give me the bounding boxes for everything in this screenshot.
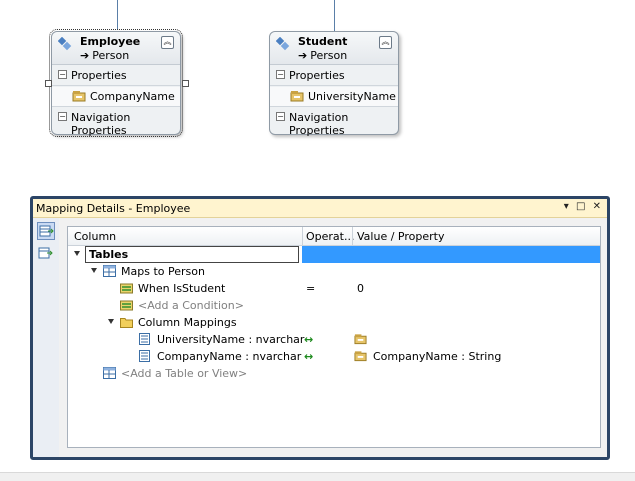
table-icon: [103, 265, 116, 277]
collapse-section-icon[interactable]: −: [276, 70, 285, 79]
mapping-column: UniversityName : nvarchar: [157, 333, 305, 346]
close-icon[interactable]: ✕: [593, 201, 603, 212]
maximize-icon[interactable]: □: [576, 201, 587, 212]
property-label: UniversityName: [308, 90, 396, 103]
maps-to-row[interactable]: Maps to Person: [68, 263, 600, 280]
entity-header: Student ➔ Person ︽: [270, 32, 398, 65]
map-entity-to-tables-button[interactable]: [37, 222, 55, 240]
tables-cell-editor[interactable]: Tables: [85, 246, 299, 263]
folder-icon: [120, 318, 133, 328]
column-header-operator[interactable]: Operat...: [306, 230, 354, 243]
column-header-column[interactable]: Column: [74, 230, 116, 243]
resize-handle-left[interactable]: [45, 80, 52, 87]
tables-label: Tables: [89, 248, 129, 261]
add-condition-row[interactable]: <Add a Condition>: [68, 297, 600, 314]
table-icon: [103, 367, 116, 379]
tables-row[interactable]: Tables: [68, 246, 600, 263]
add-condition-label[interactable]: <Add a Condition>: [138, 299, 244, 312]
collapse-icon[interactable]: ︽: [379, 36, 392, 49]
inherits-arrow-icon: ➔: [80, 49, 90, 62]
collapse-section-icon[interactable]: −: [58, 112, 67, 121]
window-title: Mapping Details - Employee: [36, 202, 191, 215]
resize-handle-right[interactable]: [182, 80, 189, 87]
condition-column: When IsStudent: [138, 282, 226, 295]
column-icon: [139, 333, 150, 345]
collapse-icon[interactable]: ︽: [161, 36, 174, 49]
section-label: Properties: [289, 69, 345, 82]
section-label: Properties: [71, 69, 127, 82]
entity-name: Student: [298, 35, 348, 48]
section-label: Navigation Properties: [289, 111, 349, 137]
property-icon: [354, 351, 367, 362]
condition-row[interactable]: When IsStudent = 0: [68, 280, 600, 297]
column-separator[interactable]: [352, 227, 353, 245]
inherits-arrow-icon: ➔: [298, 49, 308, 62]
property-icon: [72, 91, 86, 102]
selected-row-highlight: [302, 246, 600, 263]
column-mappings-row[interactable]: Column Mappings: [68, 314, 600, 331]
bidirectional-arrow-icon: ↔: [304, 333, 314, 346]
entity-header: Employee ➔ Person ︽: [52, 32, 180, 65]
function-mapping-icon: [38, 247, 53, 259]
column-header-value[interactable]: Value / Property: [357, 230, 444, 243]
entity-student[interactable]: Student ➔ Person ︽ − Properties Universit…: [269, 31, 399, 137]
add-table-label[interactable]: <Add a Table or View>: [121, 367, 247, 380]
column-mappings-label: Column Mappings: [138, 316, 237, 329]
condition-operator[interactable]: =: [306, 282, 315, 295]
inheritance-connector-employee: [117, 0, 118, 30]
navigation-section-header[interactable]: − Navigation Properties: [52, 108, 180, 137]
collapse-section-icon[interactable]: −: [276, 112, 285, 121]
properties-section-header[interactable]: − Properties: [270, 66, 398, 86]
entity-type-icon: [58, 37, 72, 51]
expand-arrow-icon[interactable]: [74, 251, 80, 256]
base-type-label: Person: [92, 49, 130, 62]
mapping-column: CompanyName : nvarchar: [157, 350, 302, 363]
condition-icon: [120, 283, 133, 294]
column-separator[interactable]: [302, 227, 303, 245]
column-icon: [139, 350, 150, 362]
base-type-label: Person: [310, 49, 348, 62]
entity-employee[interactable]: Employee ➔ Person ︽ − Properties CompanyN…: [49, 29, 183, 137]
mapping-details-window: Mapping Details - Employee ▾ □ ✕ Column …: [30, 196, 610, 460]
grid-header: Column Operat... Value / Property: [68, 227, 600, 246]
condition-icon: [120, 300, 133, 311]
window-title-bar: Mapping Details - Employee ▾ □ ✕: [33, 199, 607, 218]
section-label: Navigation Properties: [71, 111, 131, 137]
expand-arrow-icon[interactable]: [91, 268, 97, 273]
maps-to-label: Maps to Person: [121, 265, 205, 278]
property-item[interactable]: UniversityName: [270, 87, 398, 107]
add-table-row[interactable]: <Add a Table or View>: [68, 365, 600, 382]
mapping-toolbar: [33, 218, 59, 457]
entity-name: Employee: [80, 35, 141, 48]
inheritance-connector-student: [334, 0, 335, 31]
property-item[interactable]: CompanyName: [52, 87, 180, 107]
entity-type-icon: [276, 37, 290, 51]
column-mapping-row[interactable]: CompanyName : nvarchar ↔ CompanyName : S…: [68, 348, 600, 365]
bidirectional-arrow-icon: ↔: [304, 350, 314, 363]
entity-base-type: ➔ Person: [298, 49, 347, 62]
condition-value[interactable]: 0: [357, 282, 364, 295]
table-mapping-icon: [39, 225, 54, 237]
expand-arrow-icon[interactable]: [108, 319, 114, 324]
collapse-section-icon[interactable]: −: [58, 70, 67, 79]
properties-section-header[interactable]: − Properties: [52, 66, 180, 86]
mapping-value[interactable]: CompanyName : String: [373, 350, 501, 363]
property-icon: [354, 334, 367, 345]
map-entity-to-functions-button[interactable]: [37, 245, 55, 263]
property-label: CompanyName: [90, 90, 175, 103]
dropdown-icon[interactable]: ▾: [564, 201, 571, 212]
entity-base-type: ➔ Person: [80, 49, 129, 62]
navigation-section-header[interactable]: − Navigation Properties: [270, 108, 398, 137]
column-mapping-row[interactable]: UniversityName : nvarchar ↔: [68, 331, 600, 348]
window-buttons: ▾ □ ✕: [564, 201, 603, 212]
property-icon: [290, 91, 304, 102]
mapping-grid: Column Operat... Value / Property Tables…: [67, 226, 601, 448]
